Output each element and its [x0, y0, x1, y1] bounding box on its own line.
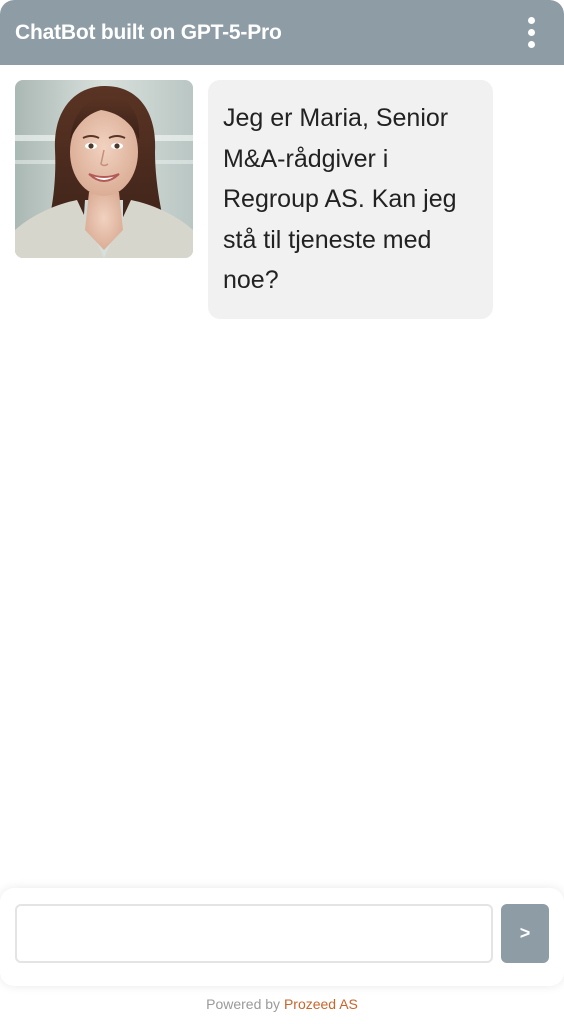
powered-by-footer: Powered by Prozeed AS — [0, 996, 564, 1016]
send-button[interactable]: > — [501, 904, 549, 963]
powered-by-text: Powered by — [206, 996, 284, 1012]
bot-message-bubble: Jeg er Maria, Senior M&A-rådgiver i Regr… — [208, 80, 493, 319]
message-composer: > — [0, 888, 564, 986]
chat-header: ChatBot built on GPT-5-Pro — [0, 0, 564, 65]
message-input[interactable] — [15, 904, 493, 963]
chat-widget: ChatBot built on GPT-5-Pro Jeg er Maria,… — [0, 0, 564, 1024]
message-list[interactable]: Jeg er Maria, Senior M&A-rådgiver i Regr… — [0, 65, 564, 885]
header-title: ChatBot built on GPT-5-Pro — [15, 21, 282, 44]
bot-avatar — [15, 80, 193, 258]
more-options-button[interactable] — [520, 15, 544, 51]
prozeed-link[interactable]: Prozeed AS — [284, 996, 358, 1012]
